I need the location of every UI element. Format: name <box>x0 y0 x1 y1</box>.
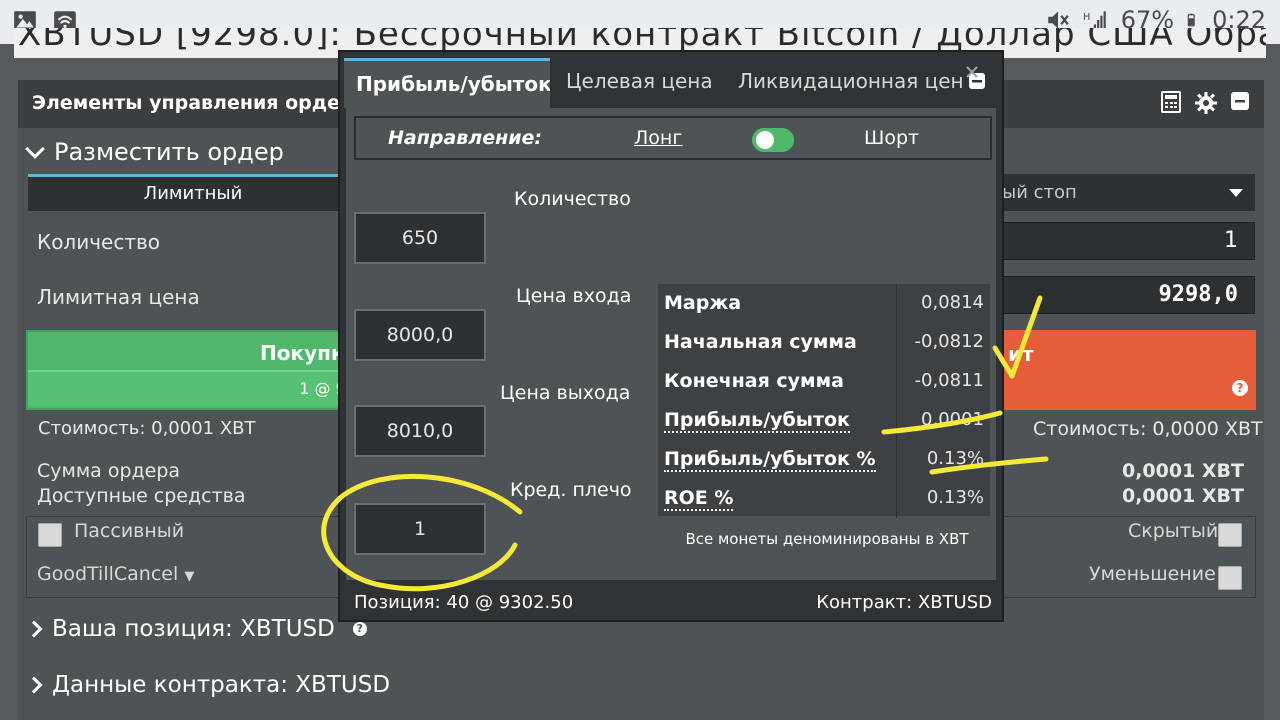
gear-icon[interactable] <box>1194 91 1218 115</box>
limit-price-label: Лимитная цена <box>37 285 200 309</box>
calculator-tabs: Прибыль/убыток Целевая цена Ликвидационн… <box>344 58 1000 108</box>
order-type-select[interactable]: ый стоп <box>1002 174 1255 211</box>
qty-input[interactable]: 1 <box>1002 222 1255 260</box>
position-info: Позиция: 40 @ 9302.50 <box>354 592 574 613</box>
long-option[interactable]: Лонг <box>634 127 682 149</box>
calculator-body: Направление: Лонг Шорт Количество 650 Це… <box>346 108 996 580</box>
quantity-label: Количество <box>514 188 631 210</box>
result-row: Начальная сумма -0,0812 <box>658 323 990 362</box>
buy-button[interactable]: Покупка 1 @ 92 <box>26 330 360 410</box>
result-row: Прибыль/убыток % 0.13% <box>658 440 990 479</box>
limit-price-input[interactable]: 9298,0 <box>1002 276 1255 314</box>
reduce-checkbox[interactable] <box>1218 566 1242 590</box>
order-sum-label: Сумма ордера <box>37 460 181 482</box>
short-option[interactable]: Шорт <box>864 127 919 149</box>
calculator-icon[interactable] <box>1160 91 1182 113</box>
available-value: 0,0001 XBT <box>1121 485 1244 507</box>
result-row: Маржа 0,0814 <box>658 284 990 323</box>
tab-target-price[interactable]: Целевая цена <box>566 58 726 108</box>
sell-button[interactable]: ит ? <box>1002 330 1256 410</box>
passive-checkbox[interactable] <box>38 523 62 547</box>
passive-label: Пассивный <box>74 520 185 542</box>
exit-price-label: Цена выхода <box>500 382 631 404</box>
minimize-icon[interactable] <box>1230 91 1250 111</box>
contract-info: Контракт: XBTUSD <box>816 592 992 613</box>
panel-title: Элементы управления ордер <box>32 92 354 114</box>
time-in-force-select[interactable]: GoodTillCancel ▼ <box>37 563 194 585</box>
results-table: Маржа 0,0814 Начальная сумма -0,0812 Конеч… <box>658 284 990 518</box>
leverage-label: Кред. плечо <box>510 479 632 501</box>
toggle-knob <box>756 131 774 149</box>
chevron-down-icon <box>25 139 45 159</box>
entry-price-input[interactable]: 8000,0 <box>354 309 486 361</box>
hidden-checkbox[interactable] <box>1218 523 1242 547</box>
svg-text:H: H <box>1083 12 1090 23</box>
chevron-right-icon <box>25 620 43 638</box>
place-order-toggle[interactable]: Разместить ордер <box>25 138 284 166</box>
tab-pnl[interactable]: Прибыль/убыток <box>344 58 550 108</box>
cost-left: Стоимость: 0,0001 XBT <box>38 418 256 439</box>
order-sum-value: 0,0001 XBT <box>1121 460 1244 482</box>
denomination-note: Все монеты деноминированы в XBT <box>685 530 969 548</box>
close-controls <box>966 66 986 90</box>
direction-label: Направление: <box>388 127 543 149</box>
result-row: Прибыль/убыток 0,0001 <box>658 401 990 440</box>
cost-right: Стоимость: 0,0000 XBT <box>1033 418 1263 440</box>
hidden-label: Скрытый <box>1128 520 1219 542</box>
result-row: ROE % 0.13% <box>658 479 990 518</box>
tab-limit[interactable]: Лимитный <box>28 174 358 211</box>
caret-down-icon: ▼ <box>184 569 195 584</box>
tab-liquidation-price[interactable]: Ликвидационная цен <box>738 58 968 108</box>
position-section-toggle[interactable]: Ваша позиция: XBTUSD ? <box>25 616 367 642</box>
exit-price-input[interactable]: 8010,0 <box>354 405 486 457</box>
calculator-modal: Прибыль/убыток Целевая цена Ликвидационн… <box>338 50 1004 622</box>
direction-bar: Направление: Лонг Шорт <box>354 116 992 160</box>
chevron-right-icon <box>25 676 43 694</box>
qty-label: Количество <box>37 230 161 254</box>
quantity-input[interactable]: 650 <box>354 212 486 264</box>
available-label: Доступные средства <box>37 485 246 507</box>
caret-down-icon <box>1229 189 1243 197</box>
help-icon[interactable]: ? <box>1232 380 1248 396</box>
close-icon[interactable] <box>966 66 978 78</box>
entry-price-label: Цена входа <box>516 285 632 307</box>
help-icon[interactable]: ? <box>352 622 367 636</box>
leverage-input[interactable]: 1 <box>354 503 486 555</box>
contract-section-toggle[interactable]: Данные контракта: XBTUSD <box>25 672 390 698</box>
reduce-label: Уменьшение <box>1089 563 1216 585</box>
result-row: Конечная сумма -0,0811 <box>658 362 990 401</box>
direction-toggle[interactable] <box>752 128 794 152</box>
